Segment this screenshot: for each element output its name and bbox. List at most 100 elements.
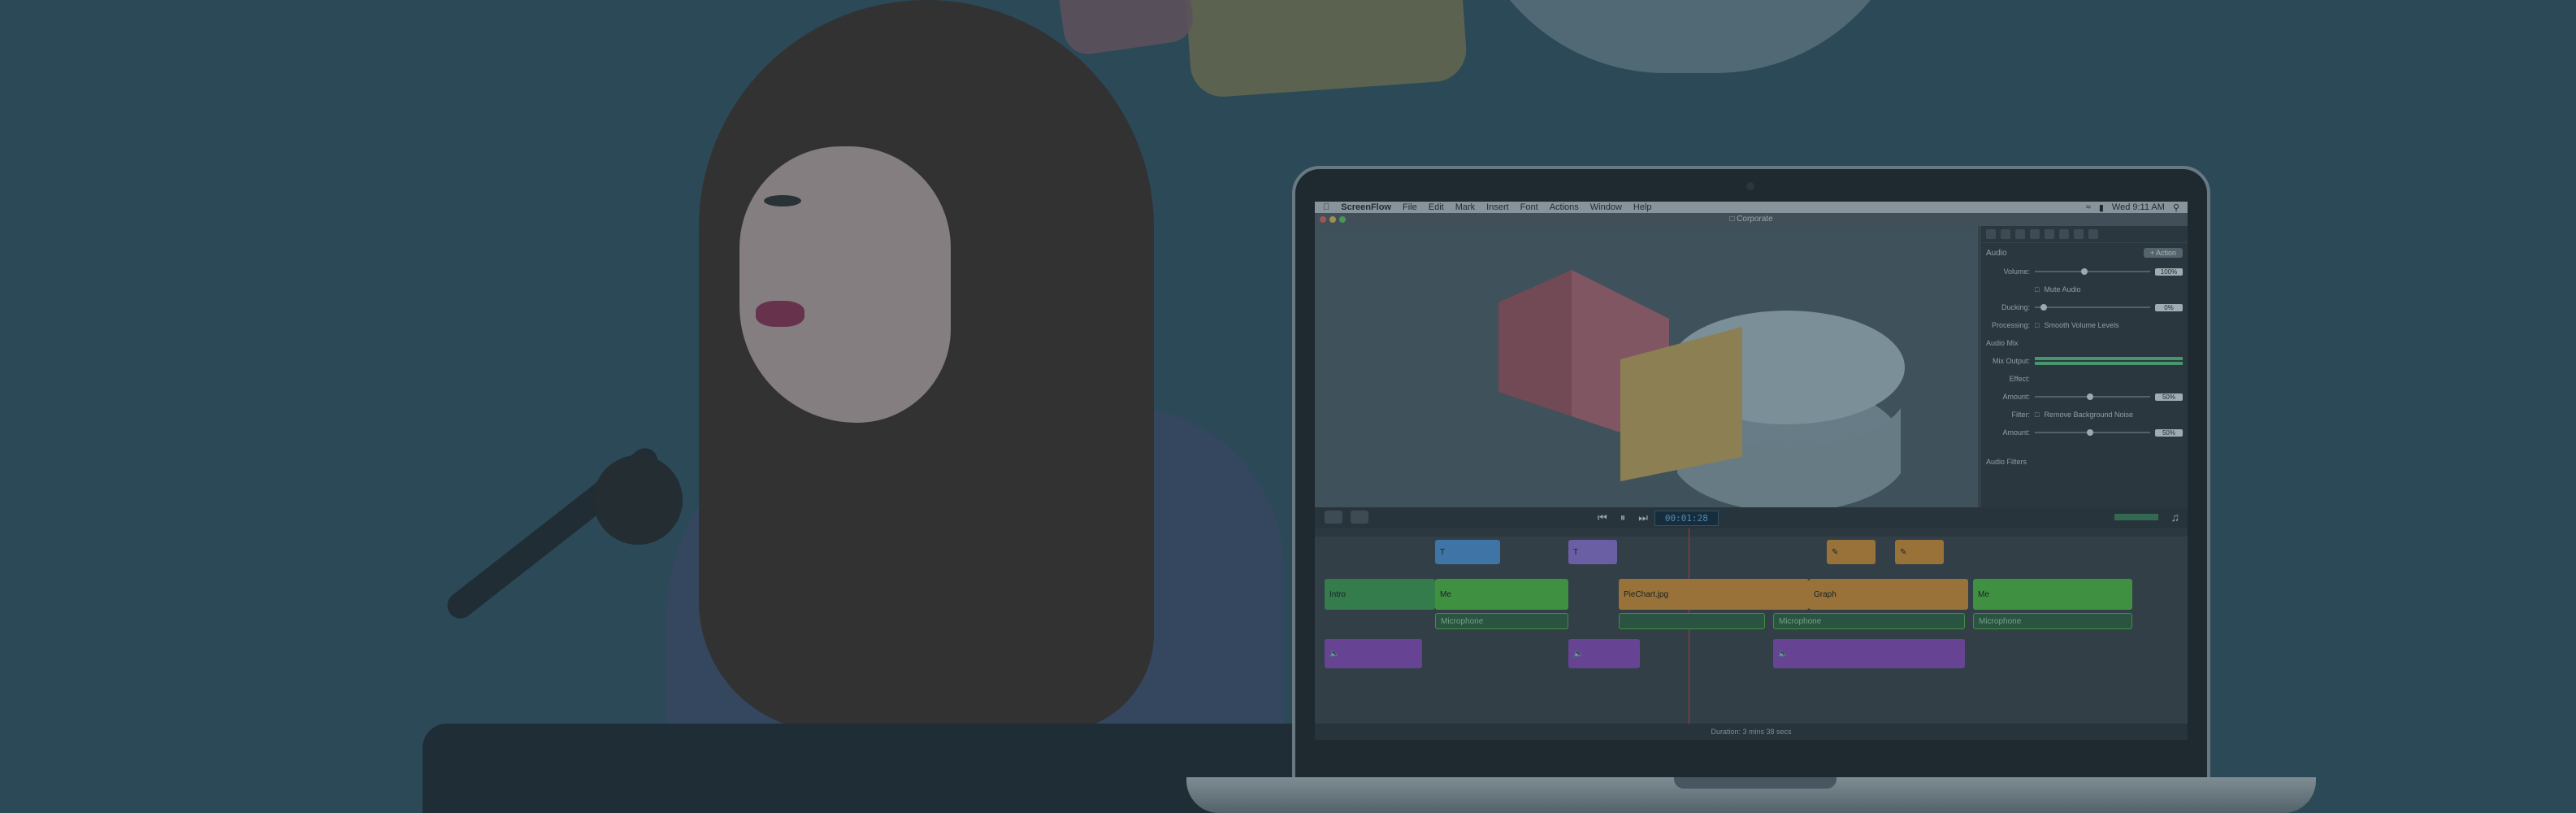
timeline-clip-image[interactable]: Graph [1809, 579, 1968, 610]
clip-label-me: Me [1440, 589, 1451, 599]
amount2-slider[interactable] [2035, 429, 2150, 436]
menu-bar:  ScreenFlow File Edit Mark Insert Font … [1315, 202, 2188, 213]
amount-value[interactable]: 50% [2155, 393, 2183, 401]
slider-knob[interactable] [2086, 393, 2093, 400]
slider-knob[interactable] [2086, 429, 2093, 436]
menu-actions[interactable]: Actions [1550, 202, 1579, 212]
ducking-slider[interactable] [2035, 304, 2150, 311]
amount-label: Amount: [2002, 393, 2030, 401]
audio-mix-row: Audio Mix [1981, 334, 2188, 352]
timecode-display: 00:01:28 [1654, 510, 1719, 526]
presenter-lips [756, 301, 804, 327]
presenter-photo [666, 0, 1284, 732]
transport-bar: ⏮ ⏸ ⏭ 00:01:28 ♫ [1315, 507, 2188, 528]
timeline-clip-text[interactable]: T [1568, 540, 1617, 564]
audio-filters-row: Audio Filters [1981, 453, 2188, 471]
apple-icon[interactable]:  [1323, 202, 1329, 212]
clip-label-me2: Me [1978, 589, 1989, 599]
timeline-clip-video[interactable]: Me [1973, 579, 2132, 610]
pause-icon[interactable]: ⏸ [1620, 511, 1626, 524]
smooth-label: Smooth Volume Levels [2044, 321, 2119, 329]
add-action-button[interactable]: + Action [2143, 248, 2183, 258]
timeline-clip-audio[interactable]: Microphone [1435, 613, 1568, 629]
slider-knob[interactable] [2040, 304, 2048, 311]
menubar-clock[interactable]: Wed 9:11 AM [2112, 202, 2165, 213]
volume-row: Volume: 100% [1981, 263, 2188, 280]
filter-row: Filter: □ Remove Background Noise [1981, 406, 2188, 424]
ducking-value[interactable]: 0% [2155, 303, 2183, 311]
presenter-eye [764, 195, 801, 207]
amount-slider[interactable] [2035, 393, 2150, 400]
volume-slider[interactable] [2035, 268, 2150, 275]
smooth-checkbox[interactable]: □ [2035, 321, 2039, 329]
volume-value[interactable]: 100% [2155, 267, 2183, 276]
audio-tab-icon[interactable] [2001, 229, 2010, 239]
text-tab-icon[interactable] [2074, 229, 2084, 239]
close-icon[interactable] [1320, 216, 1326, 223]
inspector-header: Audio + Action [1981, 243, 2188, 263]
add-media-button[interactable] [1325, 511, 1342, 524]
amount2-value[interactable]: 50% [2155, 428, 2183, 437]
minimize-icon[interactable] [1329, 216, 1336, 223]
menu-edit[interactable]: Edit [1429, 202, 1444, 212]
timeline-clip-music[interactable]: 🔈 [1773, 639, 1965, 668]
mute-label: Mute Audio [2044, 285, 2081, 293]
effect-row: Effect: [1981, 370, 2188, 388]
processing-row: Processing: □ Smooth Volume Levels [1981, 316, 2188, 334]
transport-controls: ⏮ ⏸ ⏭ 00:01:28 [1591, 510, 1719, 526]
lock-button[interactable] [1351, 511, 1368, 524]
timeline-clip-annotation[interactable]: ✎ [1827, 540, 1876, 564]
timeline[interactable]: T T ✎ ✎ Intro Me PieChart.jpg Graph Me M… [1315, 528, 2188, 724]
timeline-clip-audio-selected[interactable] [1619, 613, 1765, 629]
timeline-clip-image[interactable]: PieChart.jpg [1619, 579, 1809, 610]
mute-row: □ Mute Audio [1981, 280, 2188, 298]
timeline-ruler[interactable] [1315, 528, 2188, 537]
menu-app-name[interactable]: ScreenFlow [1341, 202, 1391, 212]
menu-insert[interactable]: Insert [1486, 202, 1509, 212]
mix-output-label: Mix Output: [1992, 357, 2030, 365]
headphones-icon[interactable]: ♫ [2171, 511, 2180, 524]
menu-file[interactable]: File [1403, 202, 1417, 212]
inspector-section-title: Audio [1986, 248, 2007, 258]
timeline-clip-video[interactable]: Intro [1325, 579, 1435, 610]
laptop-screen:  ScreenFlow File Edit Mark Insert Font … [1315, 202, 2188, 740]
status-bar: Duration: 3 mins 38 secs [1315, 724, 2188, 740]
clip-label-piechart: PieChart.jpg [1624, 589, 1669, 599]
amount-row: Amount: 50% [1981, 388, 2188, 406]
fast-forward-icon[interactable]: ⏭ [1638, 511, 1648, 524]
preview-canvas[interactable] [1315, 226, 1978, 507]
battery-icon[interactable]: ▮ [2099, 202, 2104, 213]
effect-label: Effect: [2009, 375, 2030, 383]
timeline-clip-text[interactable]: T [1435, 540, 1500, 564]
menu-font[interactable]: Font [1520, 202, 1538, 212]
video-tab-icon[interactable] [1986, 229, 1996, 239]
pencil-icon: ✎ [1900, 547, 1907, 557]
rewind-icon[interactable]: ⏮ [1598, 511, 1607, 524]
menu-mark[interactable]: Mark [1455, 202, 1475, 212]
timeline-clip-music[interactable]: 🔈 [1325, 639, 1422, 668]
ducking-label: Ducking: [2001, 303, 2030, 311]
wifi-icon[interactable]: ≈ [2086, 202, 2091, 213]
annotation-tab-icon[interactable] [2059, 229, 2069, 239]
screen-tab-icon[interactable] [2015, 229, 2025, 239]
ducking-row: Ducking: 0% [1981, 298, 2188, 316]
zoom-icon[interactable] [1339, 216, 1346, 223]
timeline-clip-audio[interactable]: Microphone [1973, 613, 2132, 629]
slider-knob[interactable] [2080, 268, 2088, 275]
search-icon[interactable]: ⚲ [2173, 202, 2179, 213]
timeline-clip-music[interactable]: 🔈 [1568, 639, 1640, 668]
mute-checkbox[interactable]: □ [2035, 285, 2039, 293]
clip-label-graph: Graph [1814, 589, 1837, 599]
remove-bg-checkbox[interactable]: □ [2035, 411, 2039, 419]
timeline-clip-video[interactable]: Me [1435, 579, 1568, 610]
audio-filters-label[interactable]: Audio Filters [1986, 458, 2027, 466]
callout-tab-icon[interactable] [2030, 229, 2040, 239]
media-tab-icon[interactable] [2088, 229, 2098, 239]
inspector-tabs [1981, 226, 2188, 243]
touch-tab-icon[interactable] [2045, 229, 2054, 239]
menu-window[interactable]: Window [1590, 202, 1622, 212]
clip-label-intro: Intro [1329, 589, 1347, 599]
menu-help[interactable]: Help [1633, 202, 1652, 212]
timeline-clip-annotation[interactable]: ✎ [1895, 540, 1944, 564]
timeline-clip-audio[interactable]: Microphone [1773, 613, 1965, 629]
